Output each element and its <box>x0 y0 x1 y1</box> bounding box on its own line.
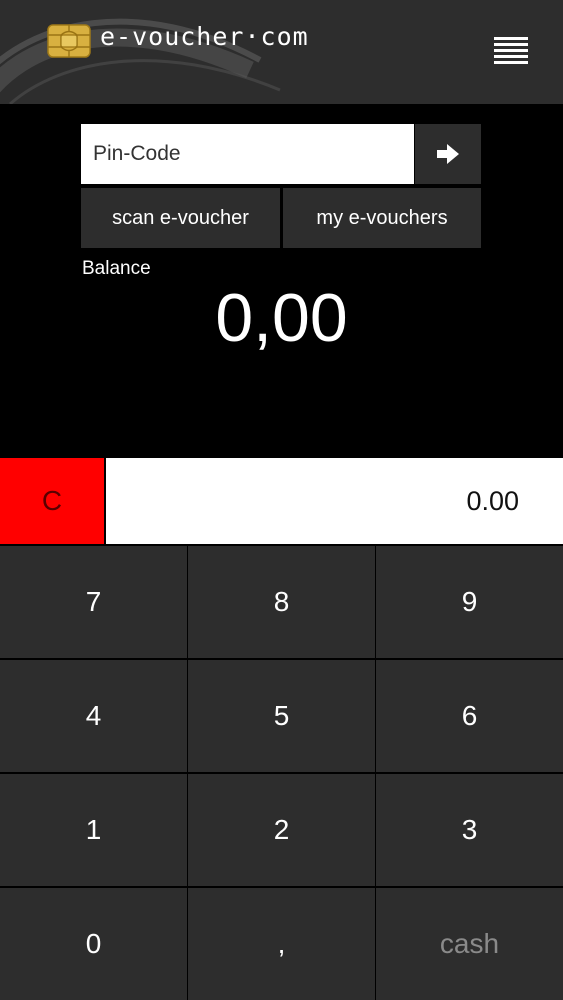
balance-label: Balance <box>82 258 151 279</box>
key-9[interactable]: 9 <box>376 546 563 658</box>
numeric-keypad: 7 8 9 4 5 6 1 2 3 0 , cash <box>0 546 563 1000</box>
brand-logo-text: e-voucher·com <box>100 22 309 51</box>
hamburger-menu-icon[interactable] <box>494 37 528 67</box>
app-header: e-voucher·com <box>0 0 563 104</box>
key-6[interactable]: 6 <box>376 660 563 772</box>
app-screen: e-voucher·com scan e-voucher my e-vouche… <box>0 0 563 1000</box>
scan-voucher-button[interactable]: scan e-voucher <box>81 188 280 248</box>
sim-chip-icon <box>47 24 91 58</box>
pin-code-input[interactable] <box>81 124 414 184</box>
my-vouchers-button[interactable]: my e-vouchers <box>283 188 481 248</box>
arrow-right-icon <box>437 144 459 164</box>
key-5[interactable]: 5 <box>188 660 375 772</box>
key-1[interactable]: 1 <box>0 774 187 886</box>
key-3[interactable]: 3 <box>376 774 563 886</box>
key-0[interactable]: 0 <box>0 888 187 1000</box>
balance-value: 0,00 <box>215 280 348 356</box>
pin-submit-button[interactable] <box>415 124 481 184</box>
key-8[interactable]: 8 <box>188 546 375 658</box>
key-comma[interactable]: , <box>188 888 375 1000</box>
key-2[interactable]: 2 <box>188 774 375 886</box>
clear-button[interactable]: C <box>0 458 104 544</box>
amount-display: 0.00 <box>106 458 563 544</box>
cash-button[interactable]: cash <box>376 888 563 1000</box>
key-4[interactable]: 4 <box>0 660 187 772</box>
key-7[interactable]: 7 <box>0 546 187 658</box>
